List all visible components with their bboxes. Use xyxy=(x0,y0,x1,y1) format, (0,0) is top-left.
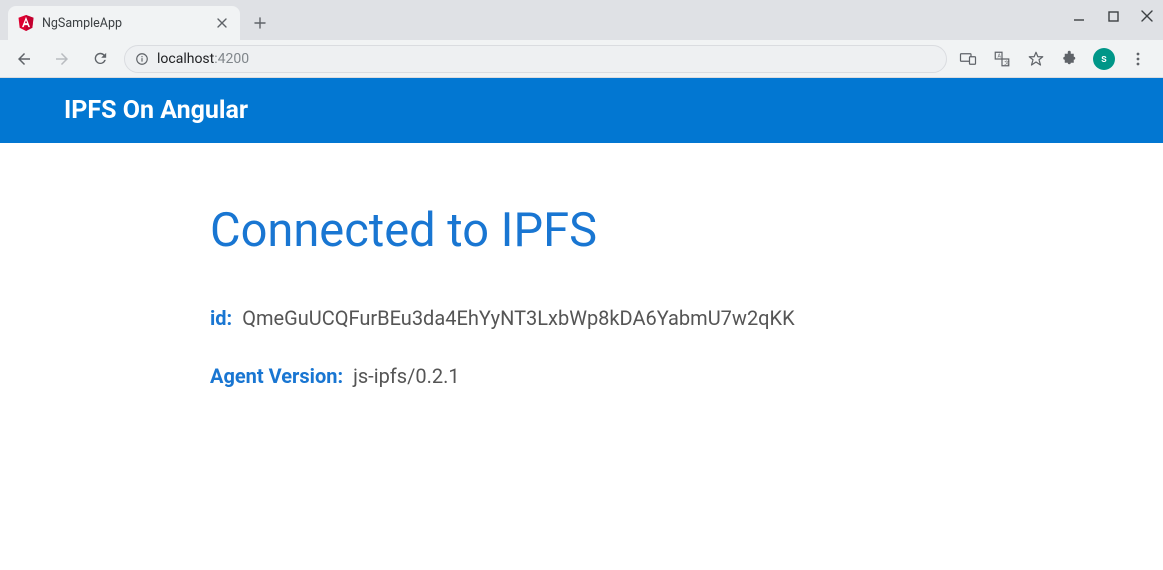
translate-icon[interactable]: A文 xyxy=(991,48,1013,70)
url-port: :4200 xyxy=(214,51,249,67)
profile-avatar[interactable]: s xyxy=(1093,48,1115,70)
browser-tab[interactable]: NgSampleApp xyxy=(8,6,240,40)
agent-version-field: Agent Version: js-ipfs/0.2.1 xyxy=(210,364,953,388)
window-controls xyxy=(1069,6,1157,26)
devices-icon[interactable] xyxy=(957,48,979,70)
page-heading: Connected to IPFS xyxy=(210,203,953,258)
angular-icon xyxy=(18,15,34,31)
avatar-initial: s xyxy=(1101,52,1107,65)
reload-button[interactable] xyxy=(86,45,114,73)
site-info-icon[interactable] xyxy=(135,52,149,66)
new-tab-button[interactable] xyxy=(246,9,274,37)
extensions-icon[interactable] xyxy=(1059,48,1081,70)
back-button[interactable] xyxy=(10,45,38,73)
agent-version-value: js-ipfs/0.2.1 xyxy=(353,364,460,388)
tab-title: NgSampleApp xyxy=(42,16,206,31)
maximize-button[interactable] xyxy=(1103,6,1123,26)
id-label: id: xyxy=(210,306,232,330)
url-text: localhost:4200 xyxy=(157,51,936,67)
id-value: QmeGuUCQFurBEu3da4EhYyNT3LxbWp8kDA6YabmU… xyxy=(242,306,794,330)
close-tab-icon[interactable] xyxy=(214,15,230,31)
minimize-button[interactable] xyxy=(1069,6,1089,26)
toolbar-right: A文 s xyxy=(957,48,1153,70)
id-field: id: QmeGuUCQFurBEu3da4EhYyNT3LxbWp8kDA6Y… xyxy=(210,306,953,330)
browser-toolbar: localhost:4200 A文 s xyxy=(0,40,1163,78)
bookmark-star-icon[interactable] xyxy=(1025,48,1047,70)
address-bar[interactable]: localhost:4200 xyxy=(124,45,947,73)
app-header: IPFS On Angular xyxy=(0,78,1163,143)
forward-button[interactable] xyxy=(48,45,76,73)
agent-version-label: Agent Version: xyxy=(210,364,343,388)
app-title: IPFS On Angular xyxy=(64,96,248,125)
close-window-button[interactable] xyxy=(1137,6,1157,26)
url-host: localhost xyxy=(157,51,214,67)
main-content: Connected to IPFS id: QmeGuUCQFurBEu3da4… xyxy=(0,143,1163,388)
svg-text:A: A xyxy=(998,53,1002,59)
menu-icon[interactable] xyxy=(1127,48,1149,70)
browser-tab-strip: NgSampleApp xyxy=(0,0,1163,40)
